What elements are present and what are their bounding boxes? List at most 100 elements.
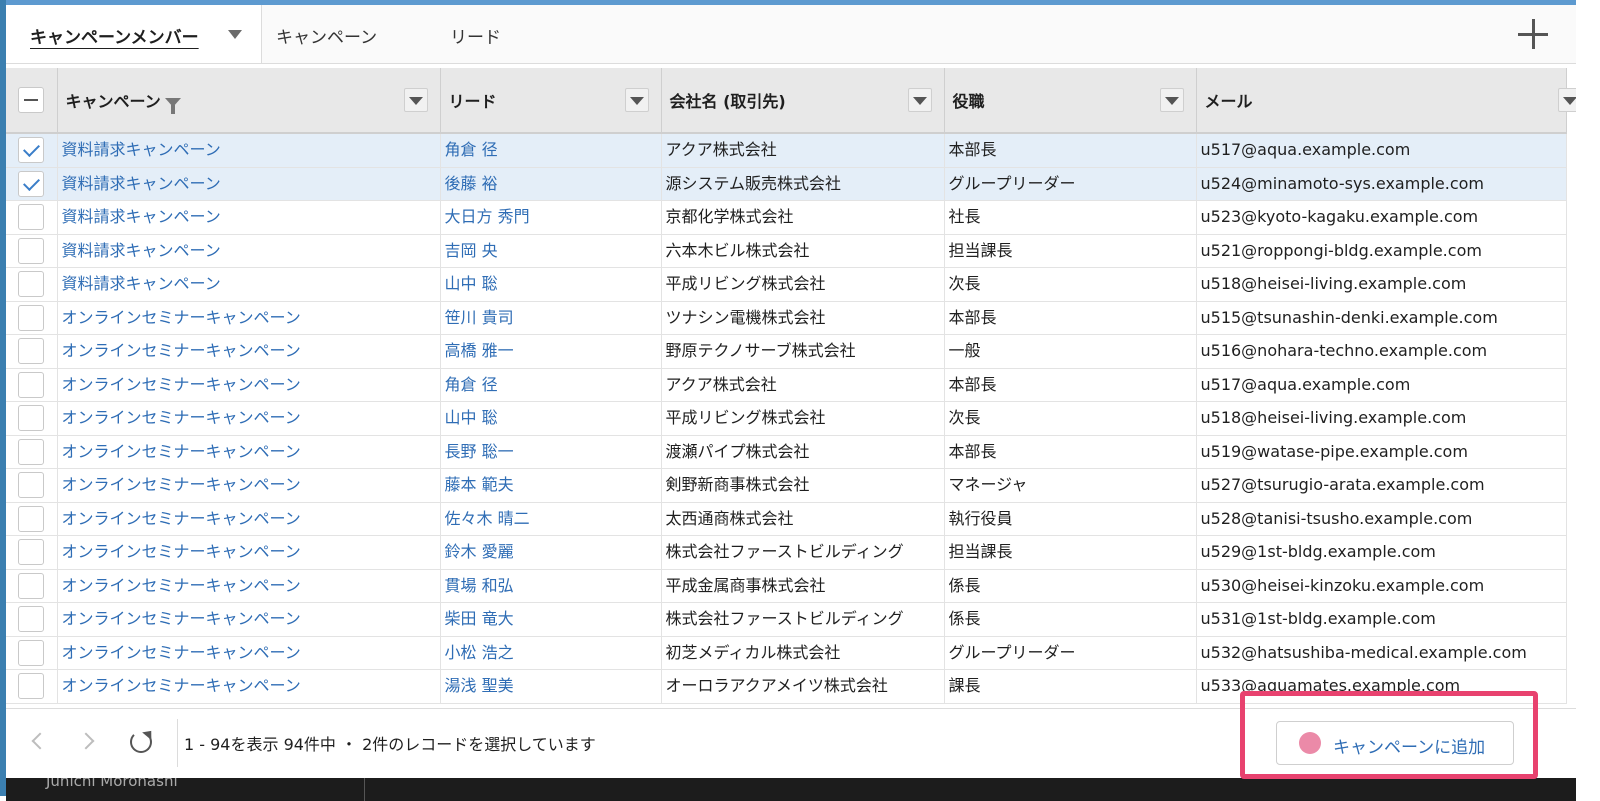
table-row[interactable]: 資料請求キャンペーン 大日方 秀門 京都化学株式会社 社長 u523@kyoto-kag… xyxy=(6,200,1567,235)
lead-link[interactable]: 鈴木 愛麗 xyxy=(445,542,514,561)
next-page-icon[interactable] xyxy=(78,731,100,753)
tab-campaign-members[interactable]: キャンペーンメンバー xyxy=(6,5,262,63)
campaign-link-cell: オンラインセミナーキャンペーン xyxy=(57,569,441,603)
table-row[interactable]: オンラインセミナーキャンペーン 柴田 竜大 株式会社ファーストビルディング 係長 u53… xyxy=(6,602,1567,637)
row-checkbox[interactable] xyxy=(18,572,45,599)
column-header-title[interactable]: 役職 xyxy=(944,68,1197,134)
lead-link[interactable]: 高橋 雅一 xyxy=(445,341,514,360)
company-cell-cell: 六本木ビル株式会社 xyxy=(661,234,945,268)
lead-link[interactable]: 小松 浩之 xyxy=(445,643,514,662)
row-checkbox[interactable] xyxy=(18,170,45,197)
lead-link[interactable]: 山中 聡 xyxy=(445,408,498,427)
row-checkbox[interactable] xyxy=(18,237,45,264)
lead-link[interactable]: 吉岡 央 xyxy=(445,241,498,260)
campaign-link[interactable]: オンラインセミナーキャンペーン xyxy=(62,542,301,561)
lead-link[interactable]: 大日方 秀門 xyxy=(445,207,530,226)
column-menu-chevron-icon[interactable] xyxy=(907,88,932,112)
campaign-link[interactable]: 資料請求キャンペーン xyxy=(62,174,221,193)
campaign-link[interactable]: オンラインセミナーキャンペーン xyxy=(62,442,301,461)
campaign-link[interactable]: 資料請求キャンペーン xyxy=(62,274,221,293)
table-row[interactable]: オンラインセミナーキャンペーン 高橋 雅一 野原テクノサーブ株式会社 一般 u516@n… xyxy=(6,334,1567,369)
row-checkbox[interactable] xyxy=(18,371,45,398)
campaign-link[interactable]: オンラインセミナーキャンペーン xyxy=(62,475,301,494)
campaign-link[interactable]: 資料請求キャンペーン xyxy=(62,241,221,260)
title-cell: 係長 xyxy=(948,575,981,595)
row-checkbox[interactable] xyxy=(18,304,45,331)
lead-link-cell: 高橋 雅一 xyxy=(440,334,662,369)
campaign-link[interactable]: オンラインセミナーキャンペーン xyxy=(62,375,301,394)
row-checkbox[interactable] xyxy=(18,204,45,231)
campaign-link[interactable]: オンラインセミナーキャンペーン xyxy=(62,609,301,628)
email-cell-cell: u518@heisei-living.example.com xyxy=(1196,267,1567,302)
lead-link[interactable]: 貫場 和弘 xyxy=(445,576,514,595)
table-row[interactable]: オンラインセミナーキャンペーン 小松 浩之 初芝メディカル株式会社 グループリーダー u… xyxy=(6,636,1567,670)
table-row[interactable]: 資料請求キャンペーン 吉岡 央 六本木ビル株式会社 担当課長 u521@roppongi… xyxy=(6,234,1567,268)
row-checkbox[interactable] xyxy=(18,405,45,432)
tab-lead[interactable]: リード xyxy=(450,23,501,48)
row-checkbox[interactable] xyxy=(18,673,45,700)
row-checkbox[interactable] xyxy=(18,271,45,298)
refresh-icon[interactable] xyxy=(130,731,152,753)
campaign-link[interactable]: オンラインセミナーキャンペーン xyxy=(62,643,301,662)
campaign-link-cell: オンラインセミナーキャンペーン xyxy=(57,301,441,335)
add-tab-plus-icon[interactable] xyxy=(1516,17,1550,51)
add-to-campaign-button[interactable]: キャンペーンに追加 xyxy=(1276,721,1514,765)
lead-link[interactable]: 長野 聡一 xyxy=(445,442,514,461)
lead-link-cell: 角倉 径 xyxy=(440,133,662,168)
campaign-link[interactable]: 資料請求キャンペーン xyxy=(62,140,221,159)
table-row[interactable]: オンラインセミナーキャンペーン 角倉 径 アクア株式会社 本部長 u517@aqua.e… xyxy=(6,368,1567,402)
campaign-link[interactable]: オンラインセミナーキャンペーン xyxy=(62,408,301,427)
campaign-link[interactable]: 資料請求キャンペーン xyxy=(62,207,221,226)
campaign-link[interactable]: オンラインセミナーキャンペーン xyxy=(62,341,301,360)
table-row[interactable]: オンラインセミナーキャンペーン 長野 聡一 渡瀬パイプ株式会社 本部長 u519@wat… xyxy=(6,435,1567,469)
tab-campaign[interactable]: キャンペーン xyxy=(276,23,377,48)
campaign-link[interactable]: オンラインセミナーキャンペーン xyxy=(62,676,301,695)
campaign-link[interactable]: オンラインセミナーキャンペーン xyxy=(62,308,301,327)
lead-link[interactable]: 柴田 竜大 xyxy=(445,609,514,628)
column-menu-chevron-icon[interactable] xyxy=(624,88,649,112)
campaign-link[interactable]: オンラインセミナーキャンペーン xyxy=(62,576,301,595)
lead-link[interactable]: 佐々木 晴二 xyxy=(445,509,530,528)
column-menu-chevron-icon[interactable] xyxy=(1159,88,1184,112)
column-header-company[interactable]: 会社名 (取引先) xyxy=(661,68,945,134)
column-menu-chevron-icon[interactable] xyxy=(403,88,428,112)
row-checkbox[interactable] xyxy=(18,438,45,465)
table-row[interactable]: オンラインセミナーキャンペーン 笹川 貴司 ツナシン電機株式会社 本部長 u515@ts… xyxy=(6,301,1567,335)
lead-link[interactable]: 角倉 径 xyxy=(445,140,498,159)
title-cell-cell: 担当課長 xyxy=(944,234,1197,268)
select-all-checkbox[interactable] xyxy=(18,87,45,113)
column-menu-chevron-icon[interactable] xyxy=(1557,88,1576,112)
table-row[interactable]: オンラインセミナーキャンペーン 山中 聡 平成リビング株式会社 次長 u518@heis… xyxy=(6,401,1567,436)
table-row[interactable]: オンラインセミナーキャンペーン 貫場 和弘 平成金属商事株式会社 係長 u530@hei… xyxy=(6,569,1567,603)
lead-link[interactable]: 笹川 貴司 xyxy=(445,308,514,327)
table-row[interactable]: オンラインセミナーキャンペーン 藤本 範夫 剣野新商事株式会社 マネージャ u527@t… xyxy=(6,468,1567,503)
lead-link[interactable]: 角倉 径 xyxy=(445,375,498,394)
chevron-down-icon[interactable] xyxy=(228,30,242,39)
column-header-campaign[interactable]: キャンペーン xyxy=(57,68,441,134)
column-header-lead[interactable]: リード xyxy=(440,68,662,134)
row-checkbox[interactable] xyxy=(18,505,45,532)
row-checkbox[interactable] xyxy=(18,338,45,365)
header-row: キャンペーン リード 会社名 (取引先) 役職 メール xyxy=(6,68,1576,134)
row-select-cell xyxy=(6,636,58,670)
column-header-email[interactable]: メール xyxy=(1196,68,1576,134)
row-checkbox[interactable] xyxy=(18,137,45,164)
table-row[interactable]: オンラインセミナーキャンペーン 湯浅 聖美 オーロラアクアメイツ株式会社 課長 u533… xyxy=(6,669,1567,704)
campaign-link[interactable]: オンラインセミナーキャンペーン xyxy=(62,509,301,528)
table-row[interactable]: オンラインセミナーキャンペーン 佐々木 晴二 太西通商株式会社 執行役員 u528@ta… xyxy=(6,502,1567,536)
lead-link[interactable]: 湯浅 聖美 xyxy=(445,676,514,695)
table-row[interactable]: 資料請求キャンペーン 角倉 径 アクア株式会社 本部長 u517@aqua.exampl… xyxy=(6,133,1567,168)
prev-page-icon[interactable] xyxy=(28,731,50,753)
row-checkbox[interactable] xyxy=(18,472,45,499)
email-cell: u517@aqua.example.com xyxy=(1200,374,1411,394)
row-checkbox[interactable] xyxy=(18,639,45,666)
table-row[interactable]: オンラインセミナーキャンペーン 鈴木 愛麗 株式会社ファーストビルディング 担当課長 u… xyxy=(6,535,1567,570)
lead-link[interactable]: 藤本 範夫 xyxy=(445,475,514,494)
row-checkbox[interactable] xyxy=(18,606,45,633)
row-select-cell xyxy=(6,401,58,436)
lead-link[interactable]: 山中 聡 xyxy=(445,274,498,293)
row-checkbox[interactable] xyxy=(18,539,45,566)
table-row[interactable]: 資料請求キャンペーン 山中 聡 平成リビング株式会社 次長 u518@heisei-li… xyxy=(6,267,1567,302)
table-row[interactable]: 資料請求キャンペーン 後藤 裕 源システム販売株式会社 グループリーダー u524@mi… xyxy=(6,167,1567,201)
lead-link[interactable]: 後藤 裕 xyxy=(445,174,498,193)
